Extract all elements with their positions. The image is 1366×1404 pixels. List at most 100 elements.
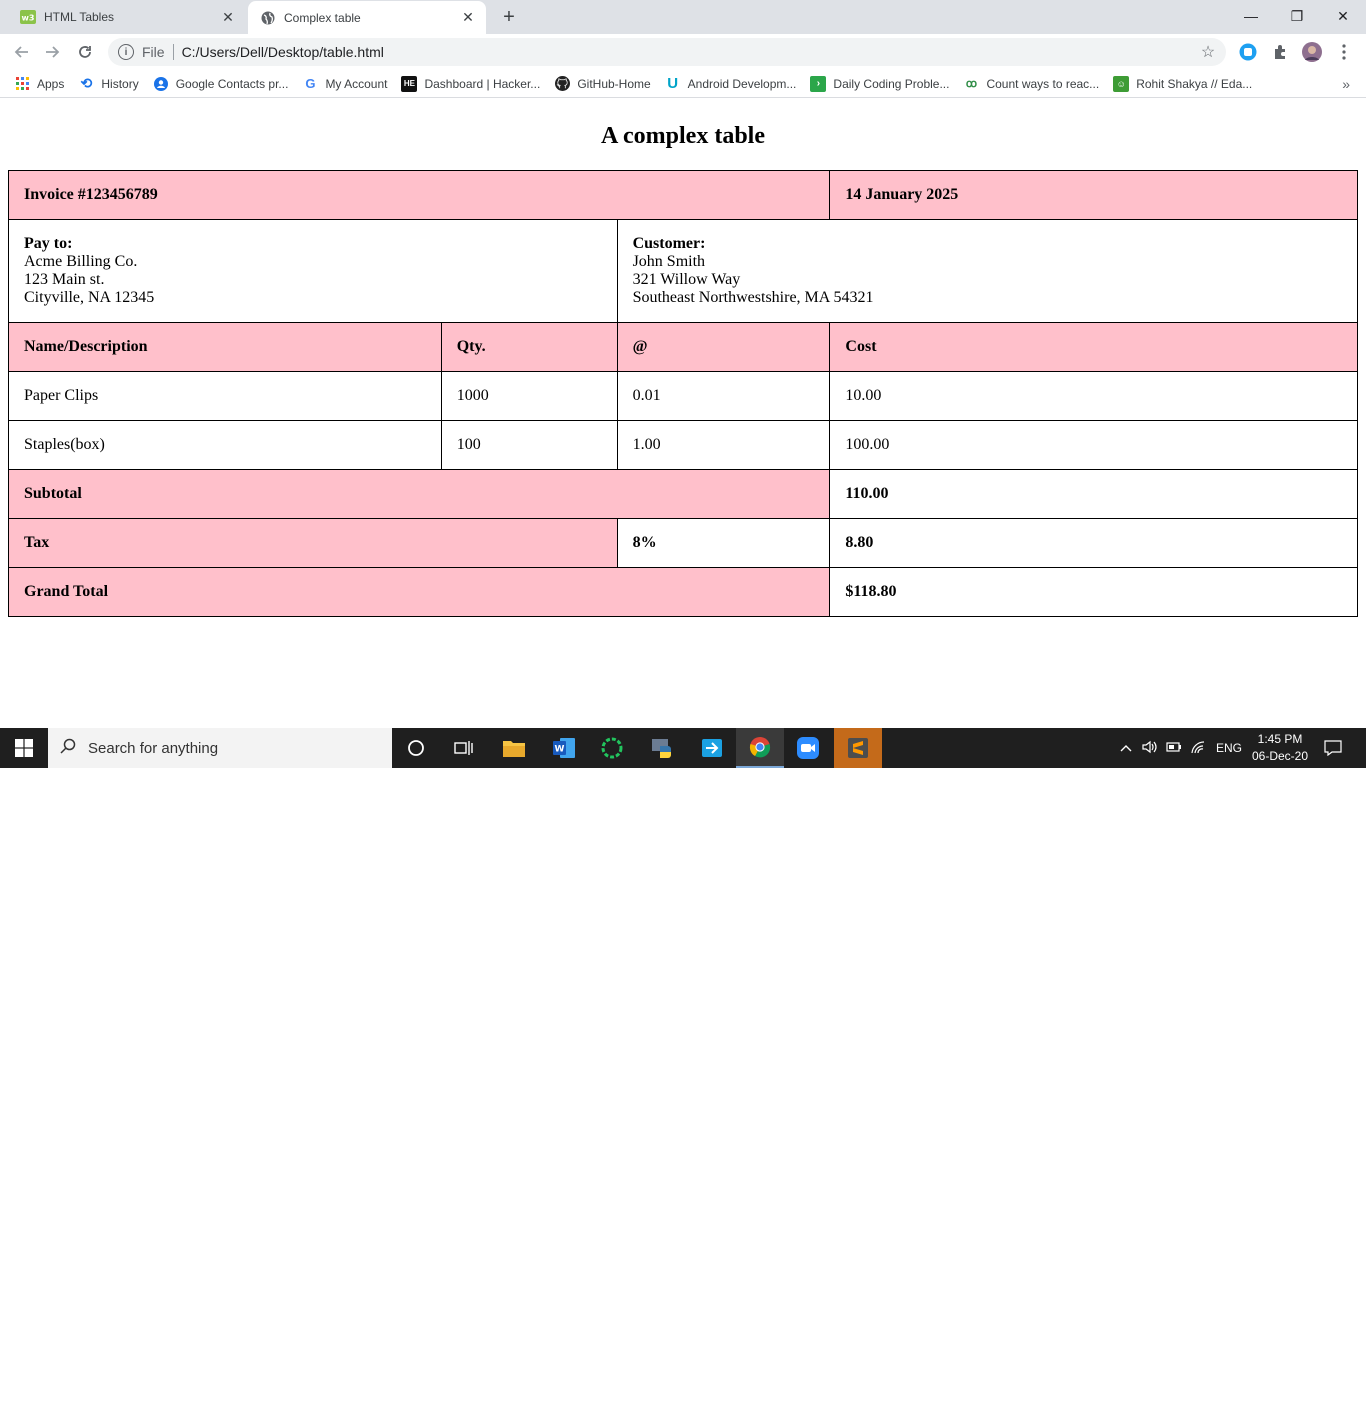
invoice-header-row: Invoice #123456789 14 January 2025 <box>7 170 1358 220</box>
bookmark-count-ways[interactable]: ꝏ Count ways to reac... <box>963 76 1099 92</box>
minimize-button[interactable]: — <box>1228 0 1274 32</box>
udemy-icon: U <box>667 75 679 92</box>
menu-icon[interactable] <box>1334 42 1354 62</box>
info-icon[interactable]: i <box>118 44 134 60</box>
volume-icon[interactable] <box>1142 740 1158 757</box>
sublime-text-icon[interactable] <box>834 728 882 768</box>
search-placeholder: Search for anything <box>88 739 219 757</box>
table-row: Paper Clips 1000 0.01 10.00 <box>8 371 1358 421</box>
column-header: @ <box>616 322 831 372</box>
customer-line: Southeast Northwestshire, MA 54321 <box>632 289 874 306</box>
extension-icon[interactable] <box>1238 42 1258 62</box>
tab-title: Complex table <box>284 10 361 25</box>
bookmark-apps[interactable]: Apps <box>14 76 64 92</box>
profile-avatar[interactable] <box>1302 42 1322 62</box>
close-window-button[interactable]: ✕ <box>1320 0 1366 32</box>
bookmark-label: Dashboard | Hacker... <box>424 76 541 91</box>
battery-icon[interactable] <box>1166 741 1182 755</box>
github-icon <box>554 76 570 92</box>
item-price: 1.00 <box>616 420 831 470</box>
globe-icon <box>260 10 276 26</box>
divider <box>172 44 174 60</box>
item-name: Staples(box) <box>8 420 442 470</box>
bookmark-android-development[interactable]: U Android Developm... <box>665 75 797 92</box>
notification-icon[interactable] <box>1318 728 1348 768</box>
bookmark-label: Count ways to reac... <box>986 76 1100 91</box>
back-icon[interactable] <box>8 39 34 65</box>
tab-title: HTML Tables <box>44 10 115 24</box>
contacts-icon <box>153 76 169 92</box>
zoom-icon[interactable] <box>784 728 832 768</box>
wifi-icon[interactable] <box>1190 740 1206 757</box>
chrome-icon[interactable] <box>736 728 784 768</box>
bookmark-history[interactable]: ⟲ History <box>78 75 138 92</box>
new-tab-button[interactable]: + <box>498 6 520 28</box>
tax-row: Tax 8% 8.80 <box>8 518 1358 568</box>
remote-app-icon[interactable] <box>688 728 736 768</box>
cortana-icon[interactable] <box>392 728 440 768</box>
pay-to-line: 123 Main st. <box>24 271 105 288</box>
address-bar[interactable]: i File C:/Users/Dell/Desktop/table.html … <box>108 38 1226 66</box>
restore-button[interactable]: ❐ <box>1274 0 1320 32</box>
bookmark-hackerearth[interactable]: HE Dashboard | Hacker... <box>401 75 541 92</box>
item-name: Paper Clips <box>8 371 442 421</box>
pay-to-line: Acme Billing Co. <box>24 253 138 270</box>
task-view-icon[interactable] <box>440 728 488 768</box>
grand-total-label: Grand Total <box>7 567 831 617</box>
puzzle-icon[interactable] <box>1270 42 1290 62</box>
bookmark-label: My Account <box>325 76 388 91</box>
bookmark-label: Android Developm... <box>687 76 797 91</box>
item-price: 0.01 <box>616 371 831 421</box>
bookmark-google-contacts[interactable]: Google Contacts pr... <box>153 76 288 92</box>
gfg-icon: ꝏ <box>965 78 978 90</box>
chevron-up-icon[interactable] <box>1120 741 1132 755</box>
invoice-table: Invoice #123456789 14 January 2025 Pay t… <box>7 170 1359 617</box>
python-icon[interactable] <box>638 728 686 768</box>
subtotal-label: Subtotal <box>7 469 831 519</box>
column-header: Qty. <box>440 322 618 372</box>
grand-total-row: Grand Total $118.80 <box>7 567 1358 617</box>
forward-icon[interactable] <box>40 39 66 65</box>
history-icon: ⟲ <box>80 75 93 91</box>
star-icon[interactable]: ☆ <box>1198 42 1218 62</box>
word-icon[interactable]: W <box>540 728 588 768</box>
bookmark-my-account[interactable]: G My Account <box>302 76 387 92</box>
search-icon <box>60 738 80 759</box>
bookmark-label: GitHub-Home <box>577 76 651 91</box>
taskbar: Search for anything W ENG 1:45 PM 06-Dec… <box>0 728 1366 768</box>
file-explorer-icon[interactable] <box>490 728 538 768</box>
address-row: Pay to: Acme Billing Co. 123 Main st. Ci… <box>8 219 1359 323</box>
hackerearth-icon: HE <box>401 75 418 92</box>
sync-app-icon[interactable] <box>588 728 636 768</box>
grand-total-value: $118.80 <box>829 567 1358 617</box>
invoice-date: 14 January 2025 <box>829 170 1358 220</box>
reload-icon[interactable] <box>72 39 98 65</box>
language-indicator[interactable]: ENG <box>1216 741 1242 755</box>
windows-start-icon[interactable] <box>0 728 48 768</box>
bookmark-github-home[interactable]: GitHub-Home <box>554 76 651 92</box>
bookmark-daily-coding-problem[interactable]: › Daily Coding Proble... <box>810 75 949 92</box>
page-title: A complex table <box>601 123 765 149</box>
table-row: Staples(box) 100 1.00 100.00 <box>8 420 1358 470</box>
taskbar-clock[interactable]: 1:45 PM 06-Dec-20 <box>1246 731 1314 765</box>
svg-text:W: W <box>555 745 565 755</box>
bookmarks-bar: Apps ⟲ History Google Contacts pr... G M… <box>0 70 1366 98</box>
column-header: Name/Description <box>8 322 442 372</box>
dcp-icon: › <box>810 75 827 92</box>
close-tab-icon[interactable]: ✕ <box>458 8 478 28</box>
url-text[interactable]: C:/Users/Dell/Desktop/table.html <box>182 44 1198 60</box>
tab-complex-table[interactable]: Complex table ✕ <box>248 1 486 34</box>
page-content: A complex table Invoice #123456789 14 Ja… <box>0 99 1366 728</box>
item-qty: 100 <box>440 420 618 470</box>
more-bookmarks-icon[interactable]: » <box>1342 76 1350 92</box>
tab-html-tables[interactable]: w3 HTML Tables ✕ <box>8 0 246 34</box>
subtotal-row: Subtotal 110.00 <box>7 469 1358 519</box>
bookmark-edabit[interactable]: ☺ Rohit Shakya // Eda... <box>1113 75 1252 92</box>
close-tab-icon[interactable]: ✕ <box>218 7 238 27</box>
taskbar-search[interactable]: Search for anything <box>48 728 392 768</box>
invoice-number: Invoice #123456789 <box>7 170 831 220</box>
pay-to-cell: Pay to: Acme Billing Co. 123 Main st. Ci… <box>8 219 618 323</box>
customer-label: Customer: <box>632 235 706 252</box>
tax-value: 8.80 <box>829 518 1358 568</box>
pay-to-line: Cityville, NA 12345 <box>24 289 155 306</box>
